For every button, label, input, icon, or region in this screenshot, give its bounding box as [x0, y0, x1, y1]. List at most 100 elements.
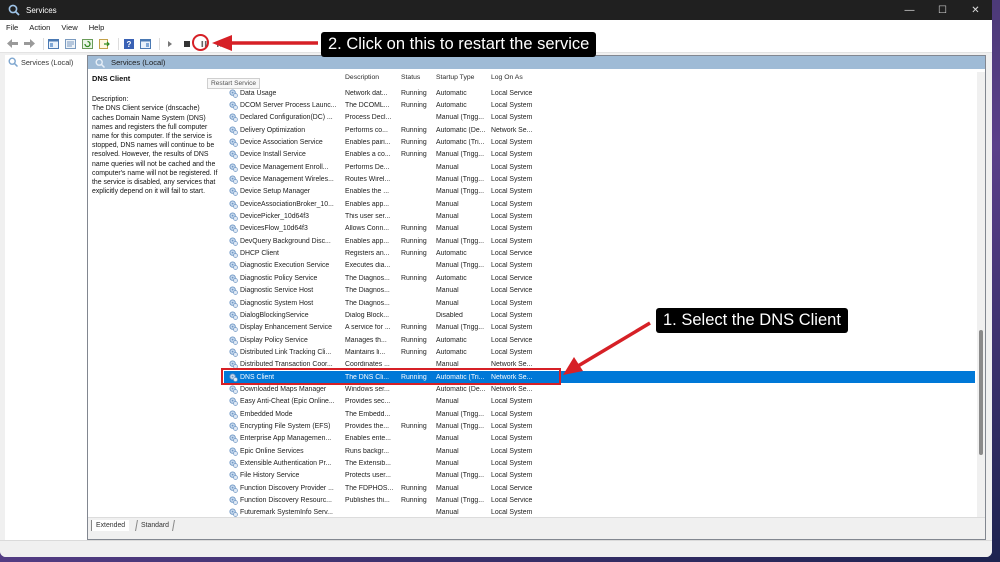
start-service-icon[interactable] [163, 37, 176, 50]
service-row[interactable]: File History Service Protects user... Manu… [224, 470, 975, 482]
service-startup-type: Automatic (De... [436, 126, 486, 134]
service-description: The DNS Client service (dnscache) caches… [92, 105, 218, 196]
tree-item-services-local[interactable]: Services (Local) [5, 55, 88, 69]
service-row[interactable]: Delivery Optimization Performs co... Runni… [224, 124, 975, 136]
tab-extended[interactable]: Extended [91, 520, 130, 531]
service-status: Running [401, 250, 427, 258]
menu-help[interactable]: Help [89, 23, 105, 32]
column-header-log-on-as[interactable]: Log On As [491, 74, 541, 81]
service-row[interactable]: Device Association Service Enables pairi.… [224, 136, 975, 148]
service-row[interactable]: DevicePicker_10d64f3 This user ser... Manu… [224, 210, 975, 222]
service-row[interactable]: Function Discovery Provider ... The FDPHO… [224, 482, 975, 494]
service-status: Running [401, 274, 427, 282]
service-row[interactable]: Epic Online Services Runs backgr... Manual… [224, 445, 975, 457]
service-status: Running [401, 225, 427, 233]
service-row[interactable]: Distributed Link Tracking Cli... Maintain… [224, 346, 975, 358]
vertical-scrollbar[interactable] [977, 72, 985, 517]
step-1-callout: 1. Select the DNS Client [656, 308, 848, 333]
service-row[interactable]: DevQuery Background Disc... Enables app..… [224, 235, 975, 247]
service-row[interactable]: DCOM Server Process Launc... The DCOML...… [224, 99, 975, 111]
menu-action[interactable]: Action [29, 23, 50, 32]
service-log-on-as: Local System [491, 447, 533, 455]
show-hide-console-tree-icon[interactable] [47, 37, 60, 50]
service-startup-type: Manual [436, 398, 459, 406]
service-gear-icon [229, 187, 238, 197]
service-row[interactable]: Encrypting File System (EFS) Provides the… [224, 420, 975, 432]
menu-view[interactable]: View [61, 23, 77, 32]
service-gear-icon [229, 434, 238, 444]
service-name: Function Discovery Resourc... [224, 496, 345, 505]
help-icon[interactable]: ? [122, 37, 135, 50]
service-name: Diagnostic Policy Service [224, 274, 345, 283]
scrollbar-thumb[interactable] [979, 330, 983, 455]
back-icon[interactable] [6, 37, 19, 50]
properties-icon[interactable] [64, 37, 77, 50]
service-description-cell: Performs co... [345, 126, 388, 134]
service-name-text: DHCP Client [240, 250, 279, 258]
menu-file[interactable]: File [6, 23, 18, 32]
service-description-cell: The FDPHOS... [345, 484, 394, 492]
service-row[interactable]: DHCP Client Registers an... Running Automat… [224, 247, 975, 259]
restart-service-icon[interactable] [214, 37, 227, 50]
service-startup-type: Manual [436, 225, 459, 233]
service-row[interactable]: DeviceAssociationBroker_10... Enables app… [224, 198, 975, 210]
service-name: DHCP Client [224, 249, 345, 258]
tab-standard[interactable]: Standard [135, 520, 175, 531]
service-log-on-as: Local System [491, 410, 533, 418]
service-startup-type: Automatic (De... [436, 385, 486, 393]
service-name-text: File History Service [240, 472, 300, 480]
service-row[interactable]: Diagnostic System Host The Diagnos... Manu… [224, 297, 975, 309]
service-row[interactable]: Diagnostic Execution Service Executes dia… [224, 260, 975, 272]
service-name: DCOM Server Process Launc... [224, 101, 345, 110]
stop-service-icon[interactable] [180, 37, 193, 50]
toolbar-separator [118, 37, 119, 50]
service-status: Running [401, 139, 427, 147]
restart-button-highlight-circle [192, 34, 209, 51]
service-log-on-as: Local System [491, 200, 533, 208]
service-startup-type: Automatic [436, 250, 467, 258]
service-name-text: DevicesFlow_10d64f3 [240, 225, 308, 233]
show-action-pane-icon[interactable] [139, 37, 152, 50]
service-name-text: Data Usage [240, 89, 277, 97]
service-row[interactable]: DevicesFlow_10d64f3 Allows Conn... Running… [224, 223, 975, 235]
forward-icon[interactable] [23, 37, 36, 50]
service-row[interactable]: Enterprise App Managemen... Enables ente.… [224, 433, 975, 445]
service-row[interactable]: Display Enhancement Service A service for… [224, 322, 975, 334]
service-row[interactable]: Extensible Authentication Pr... The Exten… [224, 457, 975, 469]
export-list-icon[interactable] [98, 37, 111, 50]
column-header-status[interactable]: Status [401, 74, 436, 81]
service-row[interactable]: Embedded Mode The Embedd... Manual (Trigg.… [224, 408, 975, 420]
service-row[interactable]: DialogBlockingService Dialog Block... Disa… [224, 309, 975, 321]
refresh-icon[interactable] [81, 37, 94, 50]
service-startup-type: Automatic [436, 102, 467, 110]
service-row[interactable]: Diagnostic Service Host The Diagnos... Man… [224, 285, 975, 297]
maximize-button[interactable]: ☐ [926, 0, 959, 20]
services-list-view: Description Status Startup Type Log On A… [224, 69, 985, 517]
service-log-on-as: Local System [491, 102, 533, 110]
service-startup-type: Manual (Trigg... [436, 176, 484, 184]
service-row[interactable]: Device Install Service Enables a co... Run… [224, 149, 975, 161]
service-startup-type: Manual (Trigg... [436, 237, 484, 245]
service-row[interactable]: Declared Configuration(DC) ... Process De… [224, 112, 975, 124]
column-header-startup-type[interactable]: Startup Type [436, 74, 491, 81]
service-status: Running [401, 89, 427, 97]
service-row[interactable]: Easy Anti-Cheat (Epic Online... Provides … [224, 396, 975, 408]
service-name: Downloaded Maps Manager [224, 385, 345, 394]
service-row[interactable]: Data Usage Network dat... Running Automatic… [224, 87, 975, 99]
minimize-button[interactable]: — [893, 0, 926, 20]
service-row[interactable]: Downloaded Maps Manager Windows ser... Aut… [224, 383, 975, 395]
service-row[interactable]: Function Discovery Resourc... Publishes t… [224, 494, 975, 506]
service-row[interactable]: Futuremark SystemInfo Serv... Manual Local… [224, 507, 975, 517]
close-button[interactable]: ✕ [959, 0, 992, 20]
service-gear-icon [229, 224, 238, 234]
service-log-on-as: Local System [491, 509, 533, 517]
service-name-text: Diagnostic Service Host [240, 287, 314, 295]
service-row[interactable]: Device Management Wireles... Routes Wirel… [224, 173, 975, 185]
services-window: Services — ☐ ✕ File Action View Help ? S… [0, 0, 992, 557]
service-row[interactable]: Diagnostic Policy Service The Diagnos... R… [224, 272, 975, 284]
service-gear-icon [229, 348, 238, 357]
service-row[interactable]: Display Policy Service Manages th... Runni… [224, 334, 975, 346]
column-header-description[interactable]: Description [345, 74, 401, 81]
service-row[interactable]: Device Setup Manager Enables the ... Manua… [224, 186, 975, 198]
service-row[interactable]: Device Management Enroll... Performs De..… [224, 161, 975, 173]
